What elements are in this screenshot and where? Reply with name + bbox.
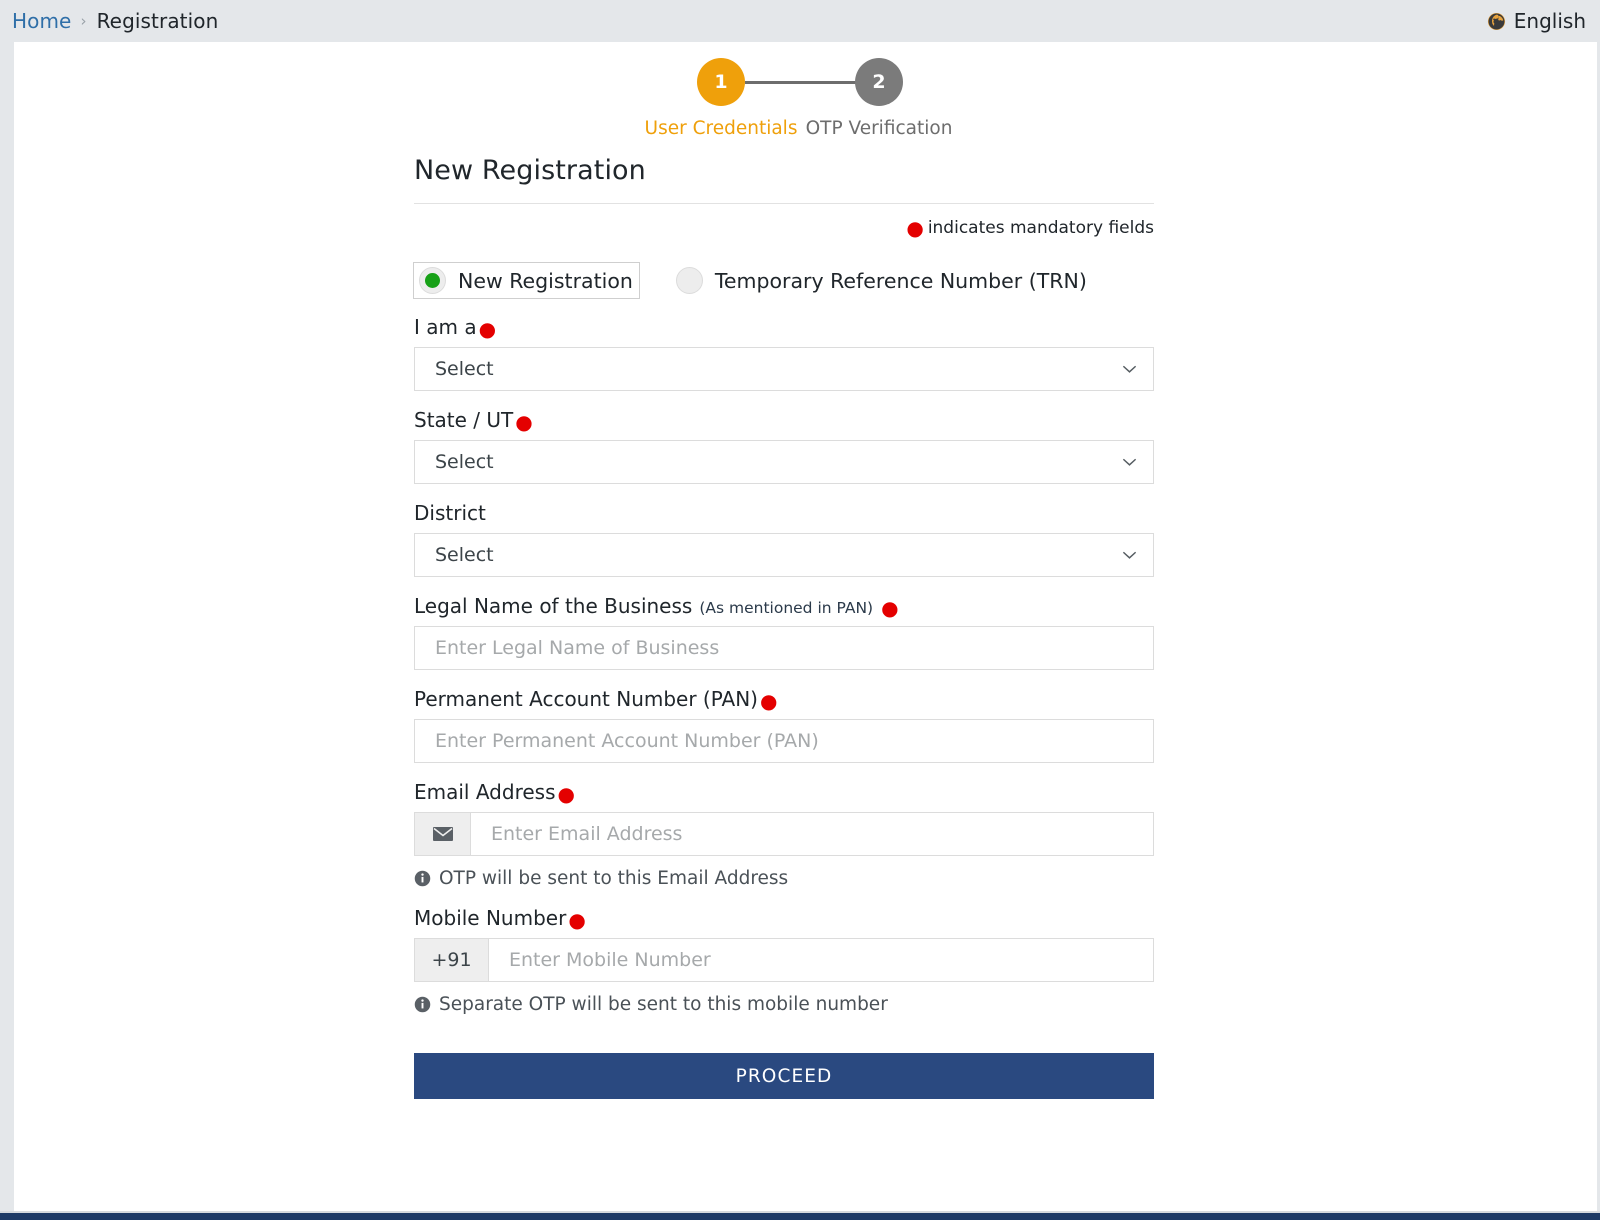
mandatory-fields-note: ●indicates mandatory fields bbox=[414, 218, 1154, 238]
label-email: Email Address● bbox=[414, 780, 1154, 804]
language-label: English bbox=[1514, 9, 1586, 33]
email-addon bbox=[414, 812, 470, 856]
select-district-value: Select bbox=[435, 544, 494, 566]
field-district: District Select bbox=[414, 501, 1154, 577]
field-state-ut: State / UT● Select bbox=[414, 408, 1154, 484]
registration-form: New Registration ●indicates mandatory fi… bbox=[414, 155, 1154, 1099]
radio-option-trn[interactable]: Temporary Reference Number (TRN) bbox=[671, 263, 1093, 298]
registration-type-radio-group: New Registration Temporary Reference Num… bbox=[414, 263, 1154, 298]
breadcrumb-current: Registration bbox=[97, 9, 219, 33]
top-bar: Home › Registration English bbox=[0, 0, 1600, 42]
input-email-wrapper[interactable] bbox=[470, 812, 1154, 856]
field-email: Email Address● OTP bbox=[414, 780, 1154, 889]
chevron-down-icon bbox=[1122, 551, 1137, 560]
label-district: District bbox=[414, 501, 1154, 525]
country-code-addon: +91 bbox=[414, 938, 488, 982]
page-title: New Registration bbox=[414, 155, 1154, 186]
breadcrumb-separator-icon: › bbox=[80, 12, 86, 30]
select-district[interactable]: Select bbox=[414, 533, 1154, 577]
stepper-step-2-number: 2 bbox=[855, 58, 903, 106]
bottom-bar bbox=[0, 1213, 1600, 1220]
label-legal-name-hint: (As mentioned in PAN) bbox=[699, 599, 873, 617]
proceed-button-wrapper: PROCEED bbox=[414, 1053, 1154, 1099]
select-i-am-a[interactable]: Select bbox=[414, 347, 1154, 391]
progress-stepper: 1 User Credentials 2 OTP Verification bbox=[0, 58, 1600, 139]
label-district-text: District bbox=[414, 501, 486, 525]
mobile-helper-text: Separate OTP will be sent to this mobile… bbox=[414, 994, 1154, 1015]
stepper-step-1-label: User Credentials bbox=[645, 118, 798, 139]
label-i-am-a-text: I am a bbox=[414, 315, 477, 339]
field-i-am-a: I am a● Select bbox=[414, 315, 1154, 391]
breadcrumb-home-link[interactable]: Home bbox=[12, 9, 71, 33]
info-icon bbox=[414, 996, 431, 1013]
mandatory-note-text: indicates mandatory fields bbox=[928, 218, 1154, 238]
input-legal-name-wrapper[interactable] bbox=[414, 626, 1154, 670]
email-input[interactable] bbox=[489, 813, 1153, 855]
label-mobile-text: Mobile Number bbox=[414, 906, 566, 930]
label-pan: Permanent Account Number (PAN)● bbox=[414, 687, 1154, 711]
label-state-ut: State / UT● bbox=[414, 408, 1154, 432]
registration-page: Home › Registration English 1 User Crede… bbox=[0, 0, 1600, 1220]
chevron-down-icon bbox=[1122, 458, 1137, 467]
stepper-connector bbox=[745, 81, 857, 84]
info-icon bbox=[414, 870, 431, 887]
select-state-ut[interactable]: Select bbox=[414, 440, 1154, 484]
chevron-down-icon bbox=[1122, 365, 1137, 374]
globe-icon bbox=[1487, 12, 1506, 31]
title-divider bbox=[414, 203, 1154, 204]
label-mobile: Mobile Number● bbox=[414, 906, 1154, 930]
radio-trn-label: Temporary Reference Number (TRN) bbox=[715, 269, 1087, 293]
mandatory-dot-icon: ● bbox=[906, 216, 923, 240]
radio-new-registration-label: New Registration bbox=[458, 269, 633, 293]
input-pan-wrapper[interactable] bbox=[414, 719, 1154, 763]
label-legal-name: Legal Name of the Business (As mentioned … bbox=[414, 594, 1154, 618]
label-i-am-a: I am a● bbox=[414, 315, 1154, 339]
radio-option-new-registration[interactable]: New Registration bbox=[414, 263, 639, 298]
pan-input[interactable] bbox=[433, 720, 1153, 762]
select-i-am-a-value: Select bbox=[435, 358, 494, 380]
mobile-helper-label: Separate OTP will be sent to this mobile… bbox=[439, 994, 888, 1015]
field-mobile: Mobile Number● +91 Separate OTP will be … bbox=[414, 906, 1154, 1015]
language-selector[interactable]: English bbox=[1487, 9, 1586, 33]
proceed-button[interactable]: PROCEED bbox=[414, 1053, 1154, 1099]
mobile-input[interactable] bbox=[507, 939, 1153, 981]
label-email-text: Email Address bbox=[414, 780, 556, 804]
stepper-step-otp-verification[interactable]: 2 OTP Verification bbox=[800, 58, 958, 139]
select-state-ut-value: Select bbox=[435, 451, 494, 473]
stepper-step-2-label: OTP Verification bbox=[806, 118, 953, 139]
stepper-step-1-number: 1 bbox=[697, 58, 745, 106]
input-group-mobile: +91 bbox=[414, 938, 1154, 982]
label-legal-name-text: Legal Name of the Business bbox=[414, 594, 692, 618]
field-pan: Permanent Account Number (PAN)● bbox=[414, 687, 1154, 763]
label-state-ut-text: State / UT bbox=[414, 408, 513, 432]
field-legal-name: Legal Name of the Business (As mentioned … bbox=[414, 594, 1154, 670]
email-helper-text: OTP will be sent to this Email Address bbox=[414, 868, 1154, 889]
email-helper-label: OTP will be sent to this Email Address bbox=[439, 868, 788, 889]
radio-new-registration-mark[interactable] bbox=[419, 267, 446, 294]
mail-icon bbox=[432, 826, 454, 842]
radio-trn-mark[interactable] bbox=[676, 267, 703, 294]
input-mobile-wrapper[interactable] bbox=[488, 938, 1154, 982]
breadcrumb: Home › Registration bbox=[12, 9, 218, 33]
left-gutter bbox=[0, 42, 14, 1214]
input-group-email bbox=[414, 812, 1154, 856]
label-pan-text: Permanent Account Number (PAN) bbox=[414, 687, 758, 711]
stepper-step-user-credentials[interactable]: 1 User Credentials bbox=[642, 58, 800, 139]
legal-name-input[interactable] bbox=[433, 627, 1153, 669]
